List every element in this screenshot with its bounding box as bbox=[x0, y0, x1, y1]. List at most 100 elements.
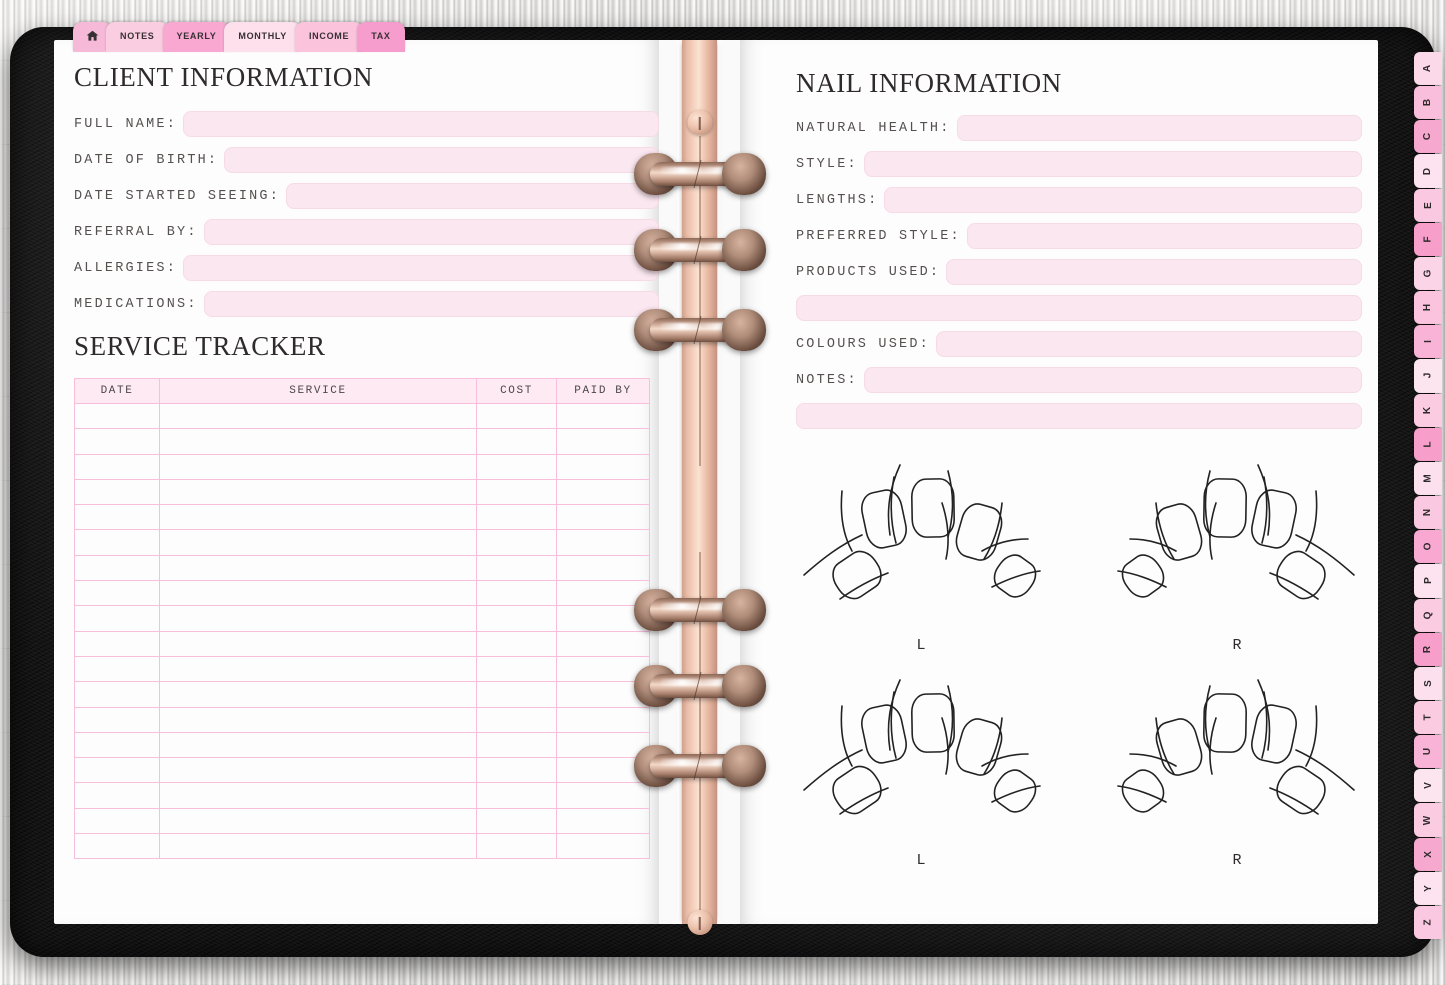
table-cell[interactable] bbox=[74, 428, 160, 455]
alpha-tab-y[interactable]: Y bbox=[1414, 871, 1442, 905]
nail-field-input[interactable] bbox=[956, 115, 1362, 141]
table-cell[interactable] bbox=[556, 807, 650, 835]
table-cell[interactable] bbox=[159, 554, 477, 582]
table-cell[interactable] bbox=[74, 478, 160, 506]
table-cell[interactable] bbox=[476, 529, 557, 556]
table-cell[interactable] bbox=[476, 655, 557, 683]
table-cell[interactable] bbox=[159, 605, 477, 632]
nail-field-input[interactable] bbox=[884, 187, 1362, 213]
table-cell[interactable] bbox=[476, 453, 557, 480]
tab-yearly[interactable]: YEARLY bbox=[162, 22, 231, 52]
table-cell[interactable] bbox=[159, 504, 477, 531]
table-cell[interactable] bbox=[74, 655, 160, 683]
table-cell[interactable] bbox=[159, 833, 477, 860]
table-cell[interactable] bbox=[74, 630, 160, 657]
table-cell[interactable] bbox=[476, 605, 557, 632]
alpha-tab-v[interactable]: V bbox=[1414, 769, 1442, 803]
table-cell[interactable] bbox=[476, 402, 557, 430]
table-cell[interactable] bbox=[556, 428, 650, 455]
alpha-tab-h[interactable]: H bbox=[1414, 291, 1442, 325]
table-cell[interactable] bbox=[74, 706, 160, 733]
client-field-input[interactable] bbox=[224, 147, 659, 173]
table-cell[interactable] bbox=[74, 580, 160, 607]
alpha-tab-n[interactable]: N bbox=[1414, 496, 1442, 530]
table-cell[interactable] bbox=[476, 782, 557, 809]
nail-field-input[interactable] bbox=[966, 223, 1362, 249]
table-cell[interactable] bbox=[556, 478, 650, 506]
table-cell[interactable] bbox=[556, 453, 650, 480]
alpha-tab-g[interactable]: G bbox=[1414, 256, 1442, 291]
table-cell[interactable] bbox=[556, 402, 650, 430]
nail-field-input[interactable] bbox=[796, 295, 1362, 321]
table-cell[interactable] bbox=[476, 630, 557, 657]
tab-income[interactable]: INCOME bbox=[294, 22, 364, 52]
table-cell[interactable] bbox=[159, 453, 477, 480]
tab-monthly[interactable]: MONTHLY bbox=[224, 22, 301, 52]
left-hand-diagram[interactable]: L bbox=[796, 662, 1046, 869]
alpha-tab-s[interactable]: S bbox=[1414, 666, 1442, 700]
alpha-tab-w[interactable]: W bbox=[1414, 803, 1442, 837]
alpha-tab-t[interactable]: T bbox=[1414, 700, 1442, 735]
alpha-tab-b[interactable]: B bbox=[1414, 86, 1442, 120]
table-cell[interactable] bbox=[556, 706, 650, 733]
alpha-tab-j[interactable]: J bbox=[1414, 359, 1442, 393]
table-cell[interactable] bbox=[74, 833, 160, 860]
alpha-tab-o[interactable]: O bbox=[1414, 530, 1442, 564]
table-cell[interactable] bbox=[74, 605, 160, 632]
table-cell[interactable] bbox=[556, 529, 650, 556]
table-cell[interactable] bbox=[159, 681, 477, 708]
alpha-tab-c[interactable]: C bbox=[1414, 120, 1442, 154]
nail-field-input[interactable] bbox=[863, 151, 1362, 177]
table-cell[interactable] bbox=[74, 402, 160, 430]
alpha-tab-q[interactable]: Q bbox=[1414, 598, 1442, 632]
table-cell[interactable] bbox=[556, 630, 650, 657]
client-field-input[interactable] bbox=[203, 219, 659, 245]
alpha-tab-i[interactable]: I bbox=[1414, 325, 1442, 359]
table-cell[interactable] bbox=[159, 529, 477, 556]
table-cell[interactable] bbox=[476, 807, 557, 835]
nail-field-input[interactable] bbox=[935, 331, 1362, 357]
table-cell[interactable] bbox=[159, 478, 477, 506]
table-cell[interactable] bbox=[74, 504, 160, 531]
table-cell[interactable] bbox=[476, 757, 557, 784]
alpha-tab-f[interactable]: F bbox=[1414, 222, 1442, 256]
nail-field-input[interactable] bbox=[796, 403, 1362, 429]
table-cell[interactable] bbox=[159, 782, 477, 809]
table-cell[interactable] bbox=[476, 504, 557, 531]
alpha-tab-r[interactable]: R bbox=[1414, 632, 1442, 666]
alpha-tab-u[interactable]: U bbox=[1414, 735, 1442, 769]
alpha-tab-l[interactable]: L bbox=[1414, 427, 1442, 461]
table-cell[interactable] bbox=[159, 706, 477, 733]
table-cell[interactable] bbox=[159, 428, 477, 455]
table-cell[interactable] bbox=[159, 807, 477, 835]
alpha-tab-z[interactable]: Z bbox=[1414, 905, 1442, 940]
alpha-tab-e[interactable]: E bbox=[1414, 188, 1442, 222]
table-cell[interactable] bbox=[74, 554, 160, 582]
nail-field-input[interactable] bbox=[946, 259, 1362, 285]
alpha-tab-d[interactable]: D bbox=[1414, 154, 1442, 188]
tab-tax[interactable]: TAX bbox=[357, 22, 405, 52]
right-hand-diagram[interactable]: R bbox=[1112, 662, 1362, 869]
table-cell[interactable] bbox=[159, 402, 477, 430]
nail-field-input[interactable] bbox=[863, 367, 1362, 393]
table-cell[interactable] bbox=[74, 529, 160, 556]
table-cell[interactable] bbox=[476, 428, 557, 455]
left-hand-diagram[interactable]: L bbox=[796, 447, 1046, 654]
table-cell[interactable] bbox=[476, 681, 557, 708]
table-cell[interactable] bbox=[556, 833, 650, 860]
table-cell[interactable] bbox=[476, 554, 557, 582]
client-field-input[interactable] bbox=[203, 291, 659, 317]
table-cell[interactable] bbox=[74, 757, 160, 784]
table-cell[interactable] bbox=[556, 504, 650, 531]
table-cell[interactable] bbox=[74, 782, 160, 809]
table-cell[interactable] bbox=[476, 731, 557, 759]
client-field-input[interactable] bbox=[183, 111, 659, 137]
client-field-input[interactable] bbox=[286, 183, 659, 209]
table-cell[interactable] bbox=[476, 833, 557, 860]
alpha-tab-a[interactable]: A bbox=[1414, 52, 1442, 86]
table-cell[interactable] bbox=[159, 731, 477, 759]
tab-notes[interactable]: NOTES bbox=[106, 22, 169, 52]
alpha-tab-x[interactable]: X bbox=[1414, 837, 1442, 871]
table-cell[interactable] bbox=[74, 681, 160, 708]
table-cell[interactable] bbox=[74, 807, 160, 835]
